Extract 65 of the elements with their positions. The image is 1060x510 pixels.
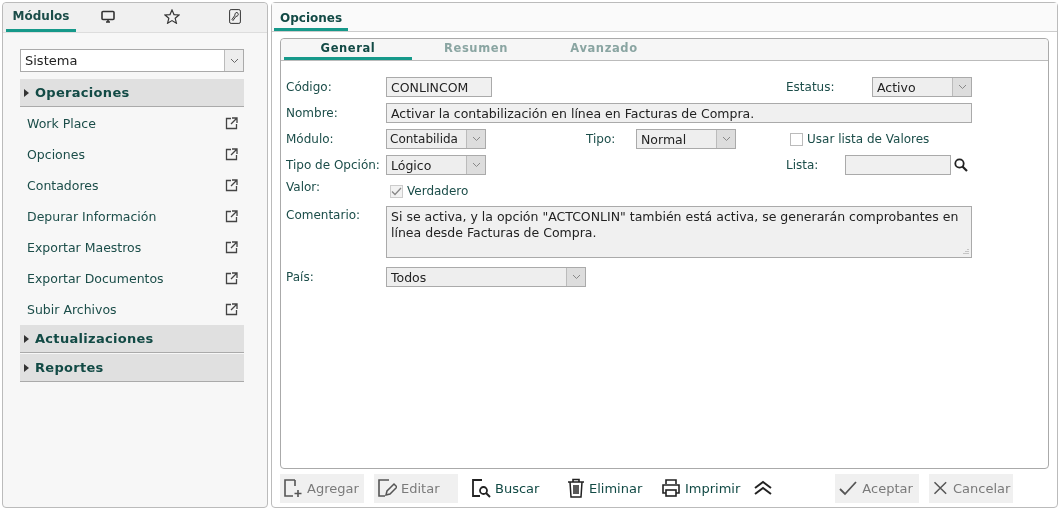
field-label: Valor: xyxy=(286,179,322,194)
field-label: Comentario: xyxy=(286,207,362,222)
menu-item[interactable]: Subir Archivos xyxy=(27,302,117,317)
resize-grip-icon[interactable] xyxy=(962,248,969,255)
caret-icon xyxy=(566,268,585,286)
group-header[interactable]: Operaciones xyxy=(20,79,244,107)
wrench-icon xyxy=(229,8,242,24)
field-label: Nombre: xyxy=(286,106,339,120)
collapse-icon[interactable] xyxy=(753,480,774,496)
field-label: Tipo de Opción: xyxy=(286,158,381,172)
country-select[interactable]: Todos xyxy=(386,267,586,287)
triangle-icon xyxy=(24,363,29,372)
field-label: Código: xyxy=(286,80,333,94)
monitor-icon xyxy=(100,9,115,23)
triangle-icon xyxy=(24,88,29,97)
external-link-icon[interactable] xyxy=(225,210,238,223)
menu-item[interactable]: Opciones xyxy=(27,147,85,162)
field-label: Estatus: xyxy=(786,80,836,94)
list-field[interactable] xyxy=(845,155,951,175)
checkbox-label: Usar lista de Valores xyxy=(807,132,930,146)
edit-icon xyxy=(377,478,397,498)
search-icon xyxy=(471,478,491,498)
menu-item[interactable]: Depurar Información xyxy=(27,209,157,224)
add-document-icon xyxy=(283,478,303,498)
field-label: Tipo: xyxy=(586,132,617,146)
caret-icon xyxy=(466,156,485,174)
menu-item[interactable]: Work Place xyxy=(27,116,96,131)
search-icon[interactable] xyxy=(954,158,968,172)
group-header[interactable]: Reportes xyxy=(20,354,244,382)
field-label: País: xyxy=(286,270,315,284)
external-link-icon[interactable] xyxy=(225,117,238,130)
external-link-icon[interactable] xyxy=(225,272,238,285)
external-link-icon[interactable] xyxy=(225,179,238,192)
caret-icon xyxy=(952,78,971,96)
option-type-select[interactable]: Lógico xyxy=(386,155,486,175)
code-field[interactable]: CONLINCOM xyxy=(386,77,492,97)
printer-icon xyxy=(661,478,681,498)
module-select[interactable]: Contabilida xyxy=(386,129,486,149)
menu-item[interactable]: Exportar Maestros xyxy=(27,240,142,255)
external-link-icon[interactable] xyxy=(225,303,238,316)
name-field[interactable]: Activar la contabilización en línea en Facturas de Compra. xyxy=(386,103,972,123)
options-tab[interactable]: Opciones xyxy=(274,11,349,31)
star-icon xyxy=(163,8,180,24)
field-label: Módulo: xyxy=(286,132,335,146)
form-tab[interactable]: General xyxy=(284,39,412,60)
delete-button[interactable]: Eliminar xyxy=(564,473,648,503)
external-link-icon[interactable] xyxy=(225,148,238,161)
module-select[interactable]: Sistema xyxy=(20,49,244,72)
menu-item[interactable]: Contadores xyxy=(27,178,99,193)
caret-icon xyxy=(716,130,735,148)
checkbox[interactable] xyxy=(790,132,803,146)
external-link-icon[interactable] xyxy=(225,241,238,254)
comment-field[interactable]: Si se activa, y la opción "ACTCONLIN" también está activa, se generarán comprobantes en línea desde Facturas de Compra. xyxy=(386,206,972,258)
caret-icon xyxy=(224,50,243,71)
triangle-icon xyxy=(24,334,29,343)
status-select[interactable]: Activo xyxy=(872,77,972,97)
print-button[interactable]: Imprimir xyxy=(658,473,744,503)
menu-item[interactable]: Exportar Documentos xyxy=(27,271,164,286)
type-select[interactable]: Normal xyxy=(636,129,736,149)
caret-icon xyxy=(466,130,485,148)
trash-icon xyxy=(567,478,585,498)
checkbox-label: Verdadero xyxy=(407,184,469,198)
field-label: Lista: xyxy=(786,158,820,172)
group-header[interactable]: Actualizaciones xyxy=(20,325,244,353)
search-button[interactable]: Buscar xyxy=(468,473,554,503)
